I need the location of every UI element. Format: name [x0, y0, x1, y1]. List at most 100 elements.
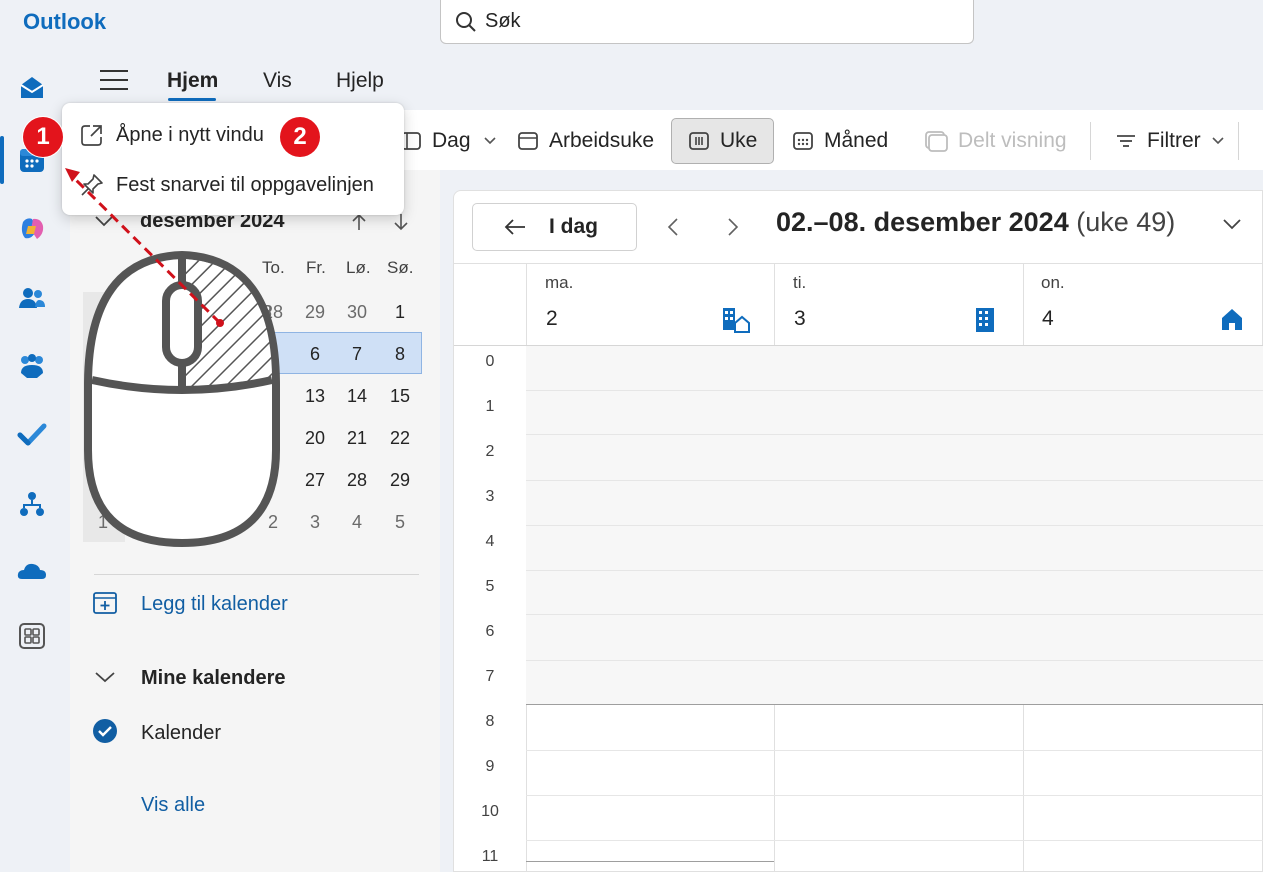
day-view-button[interactable]: Dag: [400, 118, 497, 164]
hour-line: [526, 614, 1263, 615]
hybrid-office-home-icon[interactable]: [722, 307, 750, 333]
mini-date[interactable]: 4: [337, 512, 377, 533]
day-name: on.: [1041, 273, 1065, 292]
my-calendars-header[interactable]: Mine kalendere: [141, 667, 286, 690]
mini-date[interactable]: 29: [295, 302, 335, 323]
mini-date-partial[interactable]: 8: [255, 302, 279, 323]
mini-date[interactable]: 7: [337, 344, 377, 365]
ribbon-separator: [1238, 122, 1239, 160]
week-view-button[interactable]: Uke: [671, 118, 775, 164]
arrow-up-icon[interactable]: [350, 212, 368, 232]
chevron-down-icon: [1212, 137, 1224, 145]
ribbon: Dag Arbeidsuke Uke Måned Delt visning Fi…: [380, 110, 1263, 170]
mini-date-partial[interactable]: 2: [256, 386, 280, 407]
tab-vis[interactable]: Vis: [263, 69, 292, 93]
today-label: I dag: [549, 215, 599, 238]
office-building-icon[interactable]: [974, 307, 996, 333]
day-number[interactable]: 2: [546, 307, 558, 331]
hour-label: 9: [485, 758, 495, 775]
mini-date[interactable]: 28: [337, 470, 377, 491]
mini-date[interactable]: 1: [380, 302, 420, 323]
step-badge-1: 1: [23, 117, 63, 157]
arrow-left-icon: [504, 219, 525, 235]
weekday-header: Fr.: [306, 258, 326, 277]
chevron-down-icon[interactable]: [94, 670, 116, 684]
mini-date[interactable]: 13: [295, 386, 335, 407]
side-pane: desember 2024 To. Fr. Lø. Sø. 28 29 30 1…: [70, 170, 440, 872]
search-input[interactable]: Søk: [485, 10, 521, 33]
day-name: ti.: [793, 273, 807, 292]
month-view-button[interactable]: Måned: [792, 118, 888, 164]
hour-label: 5: [485, 578, 495, 595]
groups-icon[interactable]: [14, 348, 50, 384]
mini-date[interactable]: 29: [380, 470, 420, 491]
mini-date[interactable]: 5: [380, 512, 420, 533]
mini-date-partial[interactable]: 6: [256, 470, 280, 491]
hour-label: 11: [481, 848, 499, 865]
app-rail: [0, 56, 70, 872]
week-view-icon: [689, 132, 709, 150]
mini-date[interactable]: 2: [253, 512, 293, 533]
weekday-header: Lø.: [346, 258, 371, 277]
mini-date[interactable]: 21: [337, 428, 377, 449]
hour-line: [526, 660, 1263, 661]
more-apps-icon[interactable]: [14, 618, 50, 654]
hour-label: 10: [481, 803, 499, 820]
split-view-label: Delt visning: [958, 129, 1067, 152]
tab-hjem[interactable]: Hjem: [167, 69, 218, 93]
split-view-button[interactable]: Delt visning: [924, 118, 1067, 164]
mini-date[interactable]: 22: [380, 428, 420, 449]
week-view-label: Uke: [720, 129, 758, 152]
search-box[interactable]: Søk: [440, 0, 974, 44]
chevron-right-icon[interactable]: [726, 217, 740, 237]
date-range-title[interactable]: 02.–08. desember 2024 (uke 49): [776, 207, 1175, 238]
hour-label: 7: [485, 668, 495, 685]
arrow-down-icon[interactable]: [392, 212, 410, 232]
mini-date[interactable]: 20: [295, 428, 335, 449]
working-hours-start-line: [526, 704, 1263, 705]
copilot-icon[interactable]: [14, 211, 50, 247]
mini-date[interactable]: 14: [337, 386, 377, 407]
today-button[interactable]: I dag: [472, 203, 637, 251]
mini-date[interactable]: 3: [295, 512, 335, 533]
hour-line: [526, 795, 1263, 796]
todo-icon[interactable]: [14, 416, 50, 452]
mini-date-partial[interactable]: 9: [256, 428, 280, 449]
chevron-down-icon[interactable]: [94, 214, 114, 228]
people-icon[interactable]: [14, 280, 50, 316]
workweek-view-button[interactable]: Arbeidsuke: [517, 118, 654, 164]
day-name: ma.: [545, 273, 574, 292]
day-number[interactable]: 4: [1042, 307, 1054, 331]
show-all-link[interactable]: Vis alle: [141, 794, 205, 817]
calendar-item[interactable]: Kalender: [141, 722, 221, 745]
hour-label: 4: [485, 533, 495, 550]
mini-date[interactable]: 8: [380, 344, 420, 365]
week-number-column: [83, 292, 125, 542]
mini-date[interactable]: 27: [295, 470, 335, 491]
add-calendar-link[interactable]: Legg til kalender: [141, 593, 288, 616]
tab-hjelp[interactable]: Hjelp: [336, 69, 384, 93]
mini-date[interactable]: 15: [380, 386, 420, 407]
chevron-down-icon[interactable]: [1222, 217, 1242, 231]
hour-line: [526, 434, 1263, 435]
pin-taskbar-item[interactable]: Fest snarvei til oppgavelinjen: [80, 165, 374, 205]
org-explorer-icon[interactable]: [14, 486, 50, 522]
header-divider: [454, 263, 1263, 264]
mini-date[interactable]: 6: [295, 344, 335, 365]
filter-label: Filtrer: [1147, 129, 1201, 152]
chevron-left-icon[interactable]: [666, 217, 680, 237]
mini-date[interactable]: 30: [337, 302, 377, 323]
open-new-window-item[interactable]: Åpne i nytt vindu: [80, 115, 264, 155]
filter-button[interactable]: Filtrer: [1115, 118, 1225, 164]
home-icon[interactable]: [1220, 307, 1244, 331]
month-view-label: Måned: [824, 129, 889, 152]
workweek-label: Arbeidsuke: [549, 129, 655, 152]
hour-label: 0: [485, 353, 495, 370]
checkmark-circle-icon[interactable]: [92, 718, 118, 744]
onedrive-icon[interactable]: [14, 554, 50, 590]
menu-icon[interactable]: [100, 70, 128, 92]
nav-tabs: Hjem Vis Hjelp: [70, 56, 1263, 108]
mail-icon[interactable]: [14, 70, 50, 106]
day-number[interactable]: 3: [794, 307, 806, 331]
hour-line: [526, 570, 1263, 571]
